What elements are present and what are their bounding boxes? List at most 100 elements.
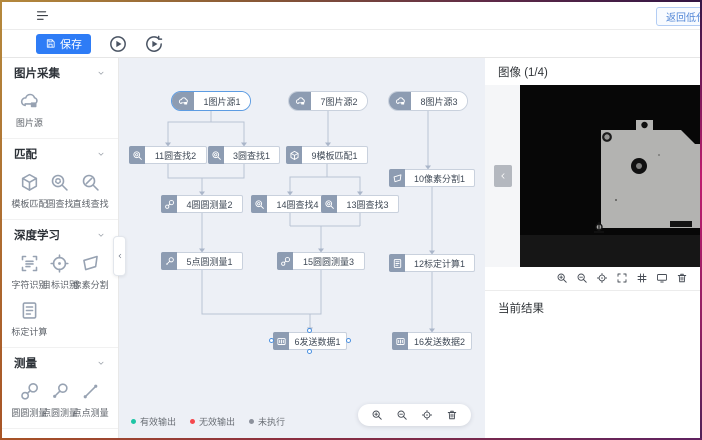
sidebar-item-pixel-segmentation[interactable]: 像素分割 — [75, 253, 106, 291]
sidebar-item-line-find[interactable]: 直线查找 — [75, 172, 106, 210]
preview-panel: 图像 (1/4) — [485, 58, 700, 438]
sidebar-section-match: 匹配模板匹配圆查找直线查找 — [2, 139, 118, 220]
zoom-out-icon — [396, 409, 408, 421]
chevron-down-icon — [96, 358, 106, 368]
circle-find-icon — [321, 195, 337, 213]
play-loop-icon — [144, 34, 164, 54]
flow-node-7[interactable]: 7图片源2 — [288, 91, 368, 111]
section-header-deep-learning[interactable]: 深度学习 — [14, 227, 106, 242]
sidebar-item-point-point-measure[interactable]: 点点测量 — [75, 381, 106, 419]
flow-node-10[interactable]: 10像素分割1 — [389, 169, 475, 187]
sidebar-item-char-recognition[interactable]: 字符识别 — [14, 253, 45, 291]
zoom-out-button[interactable] — [396, 409, 408, 421]
flow-node-label: 9模板匹配1 — [302, 146, 368, 164]
zoom-out-button[interactable] — [576, 272, 588, 284]
flow-node-label: 1图片源1 — [194, 92, 250, 110]
flow-node-8[interactable]: 8图片源3 — [388, 91, 468, 111]
monitor-button[interactable] — [656, 272, 668, 284]
legend-dot — [190, 419, 195, 424]
fullscreen-button[interactable] — [616, 272, 628, 284]
ocr-icon — [19, 253, 40, 274]
measure-pc-icon — [49, 381, 70, 402]
calc-doc-icon — [19, 300, 40, 321]
section-header-match[interactable]: 匹配 — [14, 146, 106, 161]
locate-button[interactable] — [596, 272, 608, 284]
zoom-in-button[interactable] — [556, 272, 568, 284]
flow-node-15[interactable]: 15圆圆测量3 — [277, 252, 365, 270]
sidebar-item-circle-circle-measure[interactable]: 圆圆测量 — [14, 381, 45, 419]
section-items: 图片源 — [14, 91, 106, 129]
run-loop-button[interactable] — [144, 34, 164, 54]
collapse-arrow-icon — [116, 252, 124, 260]
cube-icon — [19, 172, 40, 193]
grid-button[interactable] — [636, 272, 648, 284]
menu-icon[interactable] — [35, 8, 50, 23]
flow-node-5[interactable]: 5点圆测量1 — [161, 252, 243, 270]
target-icon — [49, 253, 70, 274]
section-title: 图片采集 — [14, 65, 60, 81]
flow-node-16[interactable]: 16发送数据2 — [392, 332, 472, 350]
back-to-lowcode-button[interactable]: 返回低代码 — [656, 7, 702, 26]
chevron-down-icon — [96, 68, 106, 78]
sidebar-section-deep-learning: 深度学习字符识别目标识别像素分割标定计算 — [2, 220, 118, 348]
run-button[interactable] — [108, 34, 128, 54]
section-items: 字符识别目标识别像素分割标定计算 — [14, 253, 106, 338]
sidebar-item-image-source[interactable]: 图片源 — [14, 91, 45, 129]
sidebar-item-label: 像素分割 — [73, 278, 109, 291]
measure-cc-icon — [161, 195, 177, 213]
flow-node-12[interactable]: 12标定计算1 — [389, 254, 475, 272]
grid-icon — [636, 272, 648, 284]
current-result-title: 当前结果 — [485, 291, 700, 325]
zoom-in-button[interactable] — [371, 409, 383, 421]
flow-node-6[interactable]: 6发送数据1 — [273, 332, 347, 350]
measure-cc-icon — [19, 381, 40, 402]
locate-button[interactable] — [421, 409, 433, 421]
prev-image-button[interactable] — [494, 165, 512, 187]
sidebar-item-point-circle-measure[interactable]: 点圆测量 — [45, 381, 76, 419]
flow-node-11[interactable]: 11圆查找2 — [129, 146, 207, 164]
circle-find-icon — [129, 146, 145, 164]
calc-doc-icon — [389, 254, 405, 272]
flow-node-4[interactable]: 4圆圆测量2 — [161, 195, 243, 213]
section-title: 深度学习 — [14, 227, 60, 243]
flow-node-label: 7图片源2 — [311, 92, 367, 110]
measure-pp-icon — [80, 381, 101, 402]
segment-icon — [80, 253, 101, 274]
selection-handle[interactable] — [307, 349, 312, 354]
flow-node-14[interactable]: 14圆查找4 — [251, 195, 329, 213]
section-items: 模板匹配圆查找直线查找 — [14, 172, 106, 210]
cloud-img-icon — [19, 91, 40, 112]
section-header-communication[interactable]: 通信 — [14, 436, 106, 438]
flow-node-label: 3圆查找1 — [224, 146, 280, 164]
flow-node-13[interactable]: 13圆查找3 — [321, 195, 399, 213]
selection-handle[interactable] — [346, 338, 351, 343]
flow-node-9[interactable]: 9模板匹配1 — [286, 146, 368, 164]
flow-node-label: 15圆圆测量3 — [293, 252, 365, 270]
selection-handle[interactable] — [307, 328, 312, 333]
flow-node-1[interactable]: 1图片源1 — [171, 91, 251, 111]
flow-node-3[interactable]: 3圆查找1 — [208, 146, 280, 164]
selection-handle[interactable] — [269, 338, 274, 343]
cube-icon — [286, 146, 302, 164]
flow-node-label: 6发送数据1 — [289, 332, 347, 350]
flow-edges — [119, 58, 485, 438]
flow-node-label: 16发送数据2 — [408, 332, 472, 350]
sidebar-item-label: 点点测量 — [73, 406, 109, 419]
section-header-image-capture[interactable]: 图片采集 — [14, 65, 106, 80]
sidebar-item-calibration-calc[interactable]: 标定计算 — [14, 300, 45, 338]
sidebar-collapse-handle[interactable] — [113, 236, 126, 276]
save-icon — [45, 38, 56, 49]
legend-label: 无效输出 — [199, 415, 235, 428]
trash-button[interactable] — [446, 409, 458, 421]
section-header-measure[interactable]: 测量 — [14, 355, 106, 370]
trash-button[interactable] — [676, 272, 688, 284]
preview-title: 图像 (1/4) — [485, 58, 700, 85]
sidebar-item-object-recognition[interactable]: 目标识别 — [45, 253, 76, 291]
flow-canvas[interactable]: 有效输出无效输出未执行 1图片源17图片源28图片源311圆查找23圆查找19模… — [119, 58, 485, 438]
send-data-icon — [273, 332, 289, 350]
save-button[interactable]: 保存 — [36, 34, 91, 54]
chevron-down-icon — [96, 230, 106, 240]
sidebar-item-circle-find[interactable]: 圆查找 — [45, 172, 76, 210]
sidebar-item-template-match[interactable]: 模板匹配 — [14, 172, 45, 210]
legend-dot — [249, 419, 254, 424]
